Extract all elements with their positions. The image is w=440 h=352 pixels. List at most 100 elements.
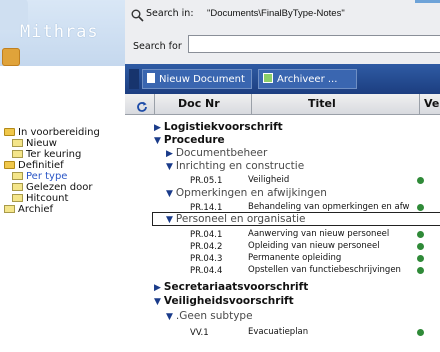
- doc-number: PR.04.3: [190, 254, 223, 264]
- table-row[interactable]: PR.04.4: [190, 264, 222, 276]
- sidebar-item-in-voorbereiding[interactable]: In voorbereiding: [4, 127, 100, 138]
- view-icon: [12, 194, 23, 202]
- table-row[interactable]: PR.04.1: [190, 228, 222, 240]
- sidebar-item-hitcount[interactable]: Hitcount: [12, 193, 68, 204]
- new-document-button[interactable]: Nieuw Document: [142, 69, 252, 89]
- doc-title[interactable]: Opstellen van functiebeschrijvingen: [248, 265, 414, 275]
- navigation-panel: Mithras In voorbereiding Nieuw Ter keuri…: [0, 0, 125, 352]
- search-for-label: Search for: [133, 41, 182, 52]
- category-label: Logistiekvoorschrift: [163, 121, 283, 133]
- subcategory-inrichting[interactable]: ▼ Inrichting en constructie: [166, 160, 304, 172]
- expand-icon: ▶: [154, 123, 161, 133]
- search-input[interactable]: [188, 35, 440, 53]
- toolbar: Nieuw Document Archiveer ...: [125, 64, 440, 94]
- doc-number: PR.04.2: [190, 242, 223, 252]
- column-version[interactable]: Ve: [424, 97, 439, 110]
- collapse-icon: ▼: [154, 136, 161, 146]
- puzzle-icon: [2, 48, 20, 66]
- view-icon: [12, 172, 23, 180]
- search-scope-value: "Documents\FinalByType-Notes": [207, 8, 345, 19]
- subcategory-label: Personeel en organisatie: [175, 213, 306, 225]
- column-title[interactable]: Titel: [308, 97, 336, 110]
- doc-number: PR.04.1: [190, 230, 223, 240]
- view-icon: [12, 150, 23, 158]
- column-separator: [154, 94, 155, 114]
- toolbar-grip: [129, 69, 139, 89]
- category-veiligheidsvoorschrift[interactable]: ▼ Veiligheidsvoorschrift: [154, 295, 294, 307]
- doc-number: PR.05.1: [190, 176, 223, 186]
- subcategory-label: Inrichting en constructie: [175, 160, 305, 172]
- doc-title[interactable]: Veiligheid: [248, 175, 289, 185]
- subcategory-label: Documentbeheer: [175, 147, 268, 159]
- doc-number: VV.1: [190, 328, 209, 338]
- category-logistiekvoorschrift[interactable]: ▶ Logistiekvoorschrift: [154, 121, 283, 133]
- status-icon: [417, 329, 424, 336]
- subcategory-documentbeheer[interactable]: ▶ Documentbeheer: [166, 147, 267, 159]
- sidebar-item-label: Ter keuring: [26, 149, 82, 160]
- app-logo: Mithras: [20, 22, 99, 42]
- expand-icon: ▶: [166, 149, 173, 159]
- table-row[interactable]: PR.05.1: [190, 174, 222, 186]
- category-procedure[interactable]: ▼ Procedure: [154, 134, 225, 146]
- status-icon: [417, 204, 424, 211]
- document-icon: [147, 73, 155, 83]
- category-label: Secretariaatsvoorschrift: [163, 281, 309, 293]
- folder-open-icon: [4, 161, 15, 169]
- collapse-icon: ▼: [166, 215, 173, 225]
- sidebar-item-ter-keuring[interactable]: Ter keuring: [12, 149, 81, 160]
- search-panel: Search in: "Documents\FinalByType-Notes"…: [125, 0, 440, 65]
- archive-label: Archiveer ...: [277, 74, 338, 85]
- doc-title[interactable]: Aanwerving van nieuw personeel: [248, 229, 389, 239]
- subcategory-opmerkingen[interactable]: ▼ Opmerkingen en afwijkingen: [166, 187, 327, 199]
- collapse-icon: ▼: [154, 297, 161, 307]
- archive-icon: [263, 73, 273, 83]
- status-icon: [417, 255, 424, 262]
- doc-title[interactable]: Opleiding van nieuw personeel: [248, 241, 380, 251]
- sidebar-item-gelezen-door[interactable]: Gelezen door: [12, 182, 92, 193]
- expand-icon: ▶: [154, 283, 161, 293]
- status-icon: [417, 243, 424, 250]
- refresh-icon[interactable]: [136, 98, 148, 112]
- view-icon: [4, 205, 15, 213]
- folder-icon: [4, 128, 15, 136]
- archive-button[interactable]: Archiveer ...: [258, 69, 357, 89]
- sidebar-item-nieuw[interactable]: Nieuw: [12, 138, 57, 149]
- subcategory-geen-subtype[interactable]: ▼ .Geen subtype: [166, 310, 253, 322]
- status-icon: [417, 231, 424, 238]
- search-icon: [131, 7, 144, 22]
- doc-title[interactable]: Permanente opleiding: [248, 253, 341, 263]
- sidebar-item-definitief[interactable]: Definitief: [4, 160, 64, 171]
- sidebar-item-archief[interactable]: Archief: [4, 204, 53, 215]
- doc-number: PR.04.4: [190, 266, 223, 276]
- column-header: Doc Nr Titel Ve: [125, 94, 440, 115]
- column-doc-nr[interactable]: Doc Nr: [178, 97, 220, 110]
- status-icon: [417, 177, 424, 184]
- subcategory-label: Opmerkingen en afwijkingen: [175, 187, 327, 199]
- category-label: Procedure: [163, 134, 225, 146]
- table-row[interactable]: PR.04.3: [190, 252, 222, 264]
- sidebar-item-label: Gelezen door: [26, 182, 93, 193]
- view-icon: [12, 183, 23, 191]
- table-row[interactable]: VV.1: [190, 326, 209, 338]
- collapse-icon: ▼: [166, 162, 173, 172]
- subcategory-label: .Geen subtype: [175, 310, 253, 322]
- sidebar-item-label: Nieuw: [26, 138, 57, 149]
- category-secretariaatsvoorschrift[interactable]: ▶ Secretariaatsvoorschrift: [154, 281, 308, 293]
- column-separator: [419, 94, 420, 114]
- subcategory-personeel[interactable]: ▼ Personeel en organisatie: [166, 213, 305, 225]
- sidebar-item-label: Archief: [18, 204, 54, 215]
- status-icon: [417, 267, 424, 274]
- new-document-label: Nieuw Document: [159, 74, 245, 85]
- doc-title[interactable]: Behandeling van opmerkingen en afw: [248, 202, 412, 212]
- accent-bar: [415, 0, 440, 3]
- sidebar-item-label: Per type: [26, 171, 68, 182]
- collapse-icon: ▼: [166, 312, 173, 322]
- sidebar-item-per-type[interactable]: Per type: [12, 171, 67, 182]
- search-in-label: Search in:: [146, 8, 194, 19]
- column-separator: [251, 94, 252, 114]
- table-row[interactable]: PR.04.2: [190, 240, 222, 252]
- logo-banner: Mithras: [0, 0, 125, 66]
- doc-title[interactable]: Evacuatieplan: [248, 327, 308, 337]
- sidebar-item-label: Hitcount: [26, 193, 69, 204]
- category-label: Veiligheidsvoorschrift: [163, 295, 294, 307]
